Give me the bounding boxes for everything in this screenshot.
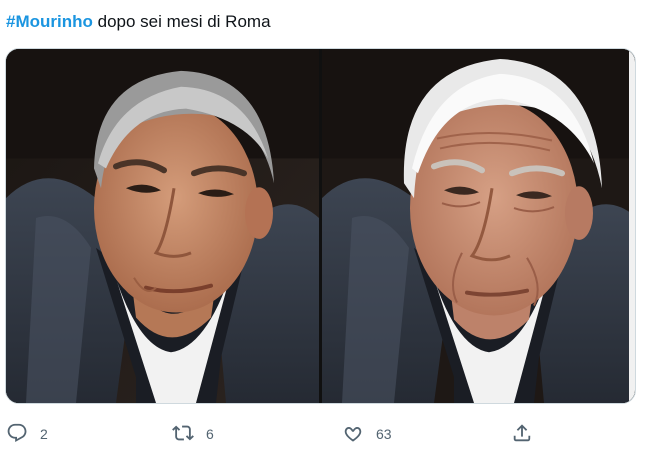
photo-original[interactable] — [6, 49, 319, 403]
hashtag-link[interactable]: #Mourinho — [6, 12, 93, 31]
tweet-media[interactable] — [5, 48, 636, 404]
heart-icon — [342, 422, 364, 447]
tweet-text: #Mourinho dopo sei mesi di Roma — [6, 11, 271, 33]
like-count: 63 — [376, 426, 392, 442]
retweet-button[interactable]: 6 — [172, 420, 214, 448]
reply-icon — [6, 422, 28, 447]
share-button[interactable] — [511, 420, 533, 448]
share-icon — [511, 422, 533, 447]
reply-button[interactable]: 2 — [6, 420, 48, 448]
tweet-body: dopo sei mesi di Roma — [92, 12, 271, 31]
retweet-icon — [172, 422, 194, 447]
portrait-image — [6, 49, 319, 403]
image-edge — [629, 49, 635, 403]
tweet-actions: 2 6 63 — [0, 420, 600, 448]
portrait-aged-image — [322, 49, 635, 403]
reply-count: 2 — [40, 426, 48, 442]
like-button[interactable]: 63 — [342, 420, 392, 448]
photo-aged[interactable] — [322, 49, 635, 403]
retweet-count: 6 — [206, 426, 214, 442]
